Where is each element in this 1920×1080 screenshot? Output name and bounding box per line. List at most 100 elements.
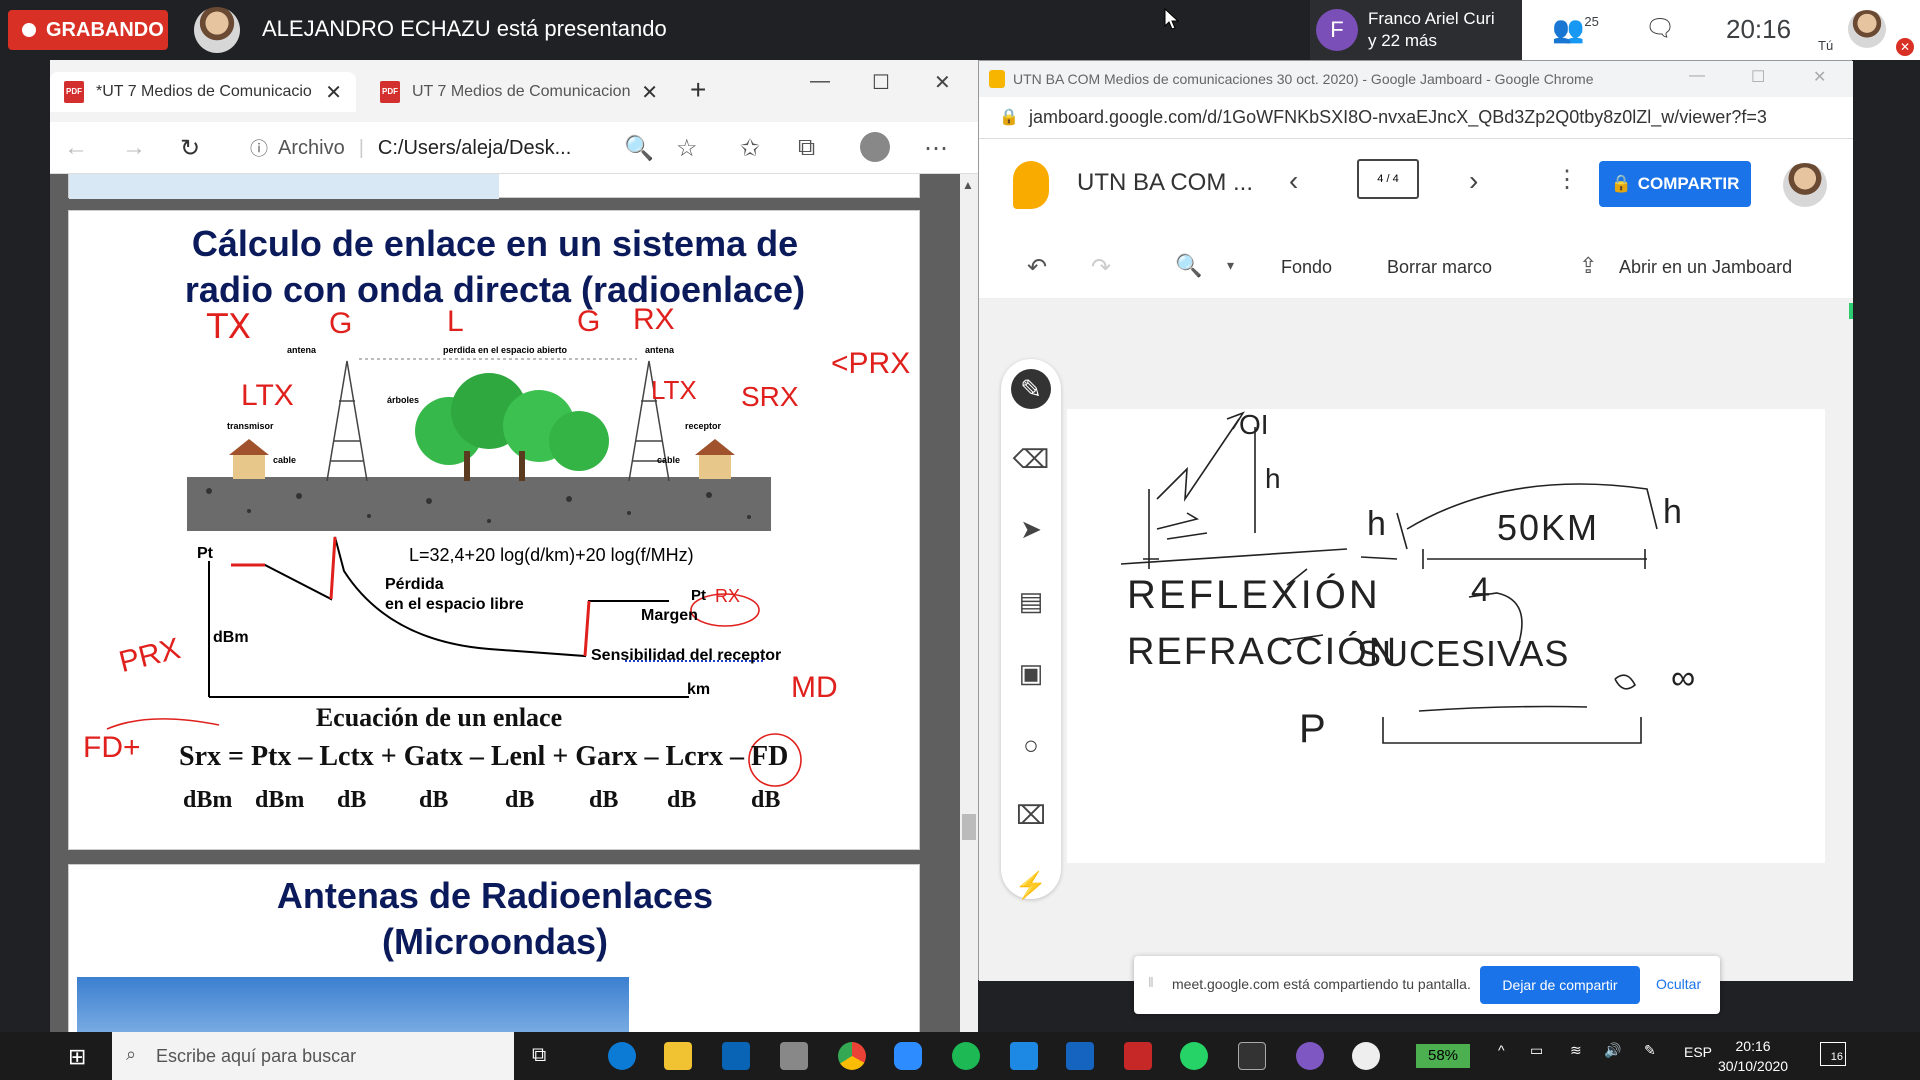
hide-button[interactable]: Ocultar: [1656, 976, 1701, 992]
outlook-icon[interactable]: [722, 1042, 750, 1070]
app-icon[interactable]: [1296, 1042, 1324, 1070]
app-icon[interactable]: [780, 1042, 808, 1070]
background-button[interactable]: Fondo: [1281, 257, 1332, 278]
people-icon: 👥: [1552, 14, 1585, 44]
windows-taskbar: ⊞ ⌕ Escribe aquí para buscar ⧉ 58% ^ ▭ ≋…: [0, 1032, 1920, 1080]
battery-icon[interactable]: ▭: [1530, 1042, 1543, 1059]
notifications-icon[interactable]: 16: [1820, 1042, 1846, 1066]
mail-icon[interactable]: [1066, 1042, 1094, 1070]
select-arrow-icon[interactable]: ➤: [1011, 509, 1051, 549]
new-tab-icon[interactable]: +: [690, 74, 706, 106]
taskbar-search-input[interactable]: ⌕ Escribe aquí para buscar: [112, 1032, 514, 1080]
app-icon[interactable]: [1352, 1042, 1380, 1070]
back-icon[interactable]: ←: [64, 134, 88, 162]
more-options-icon[interactable]: ⋯: [924, 134, 948, 163]
tab-pdf[interactable]: PDF UT 7 Medios de Comunicacion ✕: [366, 72, 672, 112]
open-jamboard-button[interactable]: Abrir en un Jamboard: [1619, 257, 1792, 278]
chat-button[interactable]: 🗨: [1645, 14, 1675, 43]
drawing-toolbar: ✎ ⌫ ➤ ▤ ▣ ○ ⌧ ⚡: [1001, 359, 1061, 900]
trees: [415, 373, 609, 481]
jam-title[interactable]: UTN BA COM ...: [1077, 169, 1253, 197]
taskbar-clock[interactable]: 20:16 30/10/2020: [1718, 1036, 1788, 1076]
recording-label: GRABANDO: [46, 18, 164, 41]
zoom-app-icon[interactable]: [894, 1042, 922, 1070]
terminal-icon[interactable]: [1238, 1042, 1266, 1070]
next-frame-icon[interactable]: ›: [1469, 165, 1478, 197]
zoom-icon[interactable]: 🔍: [624, 134, 654, 163]
drag-handle-icon[interactable]: ‖: [1148, 974, 1154, 990]
address-path: C:/Users/aleja/Desk...: [377, 136, 572, 159]
presenter-avatar: [194, 7, 240, 53]
slide-link-budget: Cálculo de enlace en un sistema de radio…: [68, 210, 920, 850]
volume-icon[interactable]: 🔊: [1604, 1042, 1621, 1059]
maximize-icon[interactable]: ☐: [1751, 67, 1765, 87]
mouse-cursor-icon: [1164, 8, 1180, 30]
filezilla-icon[interactable]: [1124, 1042, 1152, 1070]
hw-g2: G: [577, 305, 601, 338]
favorite-star-icon[interactable]: ☆: [676, 134, 698, 163]
zoom-icon[interactable]: 🔍: [1175, 253, 1202, 279]
pen-icon[interactable]: ✎: [1644, 1042, 1656, 1059]
unit: dB: [419, 787, 449, 813]
redo-icon[interactable]: ↷: [1091, 253, 1111, 282]
loss-label: Pérdida en el espacio libre: [385, 575, 524, 615]
tx-tower: [326, 360, 368, 482]
file-explorer-icon[interactable]: [664, 1042, 692, 1070]
text-box-icon[interactable]: ⌧: [1011, 795, 1051, 835]
chrome-url: jamboard.google.com/d/1GoWFNKbSXI8O-nvxa…: [1029, 107, 1767, 127]
tab-pdf-active[interactable]: PDF *UT 7 Medios de Comunicacio ✕: [50, 72, 356, 112]
frame-counter[interactable]: 4 / 4: [1357, 159, 1419, 199]
slide2-title-line2: (Microondas): [381, 921, 608, 962]
jamboard-frame[interactable]: OI h h h 50KM REFLEXIÓN REFRACCIÓN SUCES…: [1067, 409, 1825, 863]
open-jamboard-icon: ⇪: [1579, 253, 1598, 278]
sticky-note-icon[interactable]: ▤: [1011, 581, 1051, 621]
spotify-icon[interactable]: [952, 1042, 980, 1070]
circle-shape-icon[interactable]: ○: [1011, 725, 1051, 765]
eraser-icon[interactable]: ⌫: [1011, 439, 1051, 479]
undo-icon[interactable]: ↶: [1027, 253, 1047, 282]
whatsapp-icon[interactable]: [1180, 1042, 1208, 1070]
minimize-icon[interactable]: —: [810, 70, 830, 93]
chrome-title-bar: UTN BA COM Medios de comunicaciones 30 o…: [979, 61, 1853, 97]
pdf-scrollbar[interactable]: [960, 174, 978, 1032]
zoom-dropdown-icon[interactable]: ▾: [1227, 257, 1234, 274]
close-window-icon[interactable]: ✕: [1813, 67, 1826, 87]
lync-icon[interactable]: [1010, 1042, 1038, 1070]
chrome-app-icon[interactable]: [838, 1042, 866, 1070]
user-avatar[interactable]: [1783, 163, 1827, 207]
laser-icon[interactable]: ⚡: [1011, 865, 1051, 905]
pdf-scroll-thumb[interactable]: [962, 814, 976, 840]
unit: dBm: [183, 787, 233, 813]
people-button[interactable]: 👥25: [1552, 14, 1599, 45]
maximize-icon[interactable]: ☐: [872, 70, 890, 95]
margin-label: Margen: [641, 607, 698, 624]
edge-app-icon[interactable]: [608, 1042, 636, 1070]
trees-label: árboles: [387, 395, 420, 405]
windows-start-icon[interactable]: ⊞: [68, 1044, 86, 1070]
chrome-address-bar[interactable]: 🔒 jamboard.google.com/d/1GoWFNKbSXI8O-nv…: [979, 97, 1853, 139]
collections-icon[interactable]: ⧉: [798, 134, 815, 162]
share-button[interactable]: 🔒 COMPARTIR: [1599, 161, 1751, 207]
wifi-icon[interactable]: ≋: [1570, 1042, 1582, 1059]
image-icon[interactable]: ▣: [1011, 653, 1051, 693]
close-tab-icon[interactable]: ✕: [325, 80, 342, 105]
close-window-icon[interactable]: ✕: [934, 70, 951, 95]
refresh-icon[interactable]: ↻: [180, 134, 200, 163]
close-tab-icon[interactable]: ✕: [641, 80, 658, 105]
clear-frame-button[interactable]: Borrar marco: [1387, 257, 1492, 278]
forward-icon[interactable]: →: [122, 134, 146, 162]
profile-icon[interactable]: [860, 132, 890, 162]
more-vert-icon[interactable]: ⋮: [1555, 165, 1579, 194]
language-indicator[interactable]: ESP: [1684, 1044, 1712, 1060]
favorites-icon[interactable]: ✩: [740, 134, 760, 163]
chevron-up-icon[interactable]: ^: [1498, 1042, 1505, 1058]
previous-frame-icon[interactable]: ‹: [1289, 165, 1298, 197]
scroll-up-icon[interactable]: ▲: [962, 178, 974, 192]
minimize-icon[interactable]: —: [1689, 67, 1705, 85]
pen-icon[interactable]: ✎: [1011, 369, 1051, 409]
battery-indicator[interactable]: 58%: [1416, 1044, 1470, 1068]
task-view-icon[interactable]: ⧉: [532, 1044, 546, 1067]
stop-sharing-button[interactable]: Dejar de compartir: [1480, 966, 1640, 1004]
antenna-label-left: antena: [287, 345, 317, 355]
self-avatar[interactable]: [1848, 10, 1886, 48]
